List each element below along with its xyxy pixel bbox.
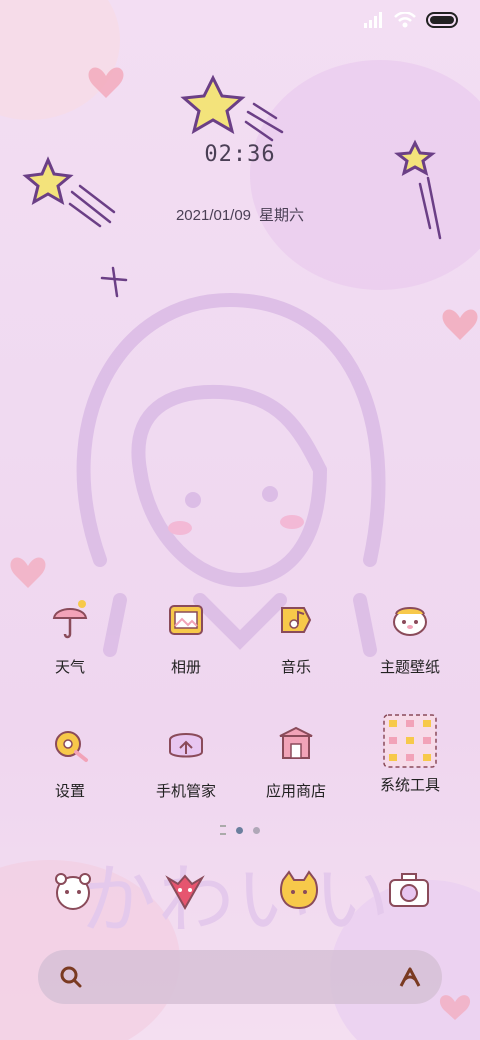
theme-hamster-icon — [393, 607, 427, 636]
page-dot-menu[interactable] — [220, 825, 226, 835]
wifi-icon — [394, 12, 416, 28]
date-line[interactable]: 2021/01/09 星期六 — [0, 204, 480, 225]
photo-album-icon — [169, 605, 203, 635]
search-bar[interactable] — [38, 950, 442, 1004]
app-label: 音乐 — [280, 659, 311, 676]
phone-manager-icon — [169, 733, 203, 758]
battery-icon — [426, 12, 458, 28]
camera-app-icon[interactable] — [384, 866, 434, 916]
app-label: 应用商店 — [265, 783, 326, 800]
bear-app-icon[interactable] — [48, 866, 98, 916]
app-security[interactable]: 手机管家 — [126, 722, 246, 801]
date-text: 2021/01/09 — [175, 207, 252, 224]
app-weather[interactable]: 天气 — [10, 598, 130, 677]
app-settings[interactable]: 设置 — [10, 722, 130, 801]
lockscreen-clock[interactable]: 02:36 — [0, 142, 480, 167]
app-store-icon — [279, 726, 313, 759]
app-themes[interactable]: 主题壁纸 — [350, 598, 470, 677]
app-label: 天气 — [54, 659, 85, 676]
fox-app-icon[interactable] — [160, 866, 210, 916]
signal-icon — [364, 12, 382, 28]
search-icon[interactable] — [60, 966, 82, 988]
page-dot-active[interactable] — [236, 826, 243, 834]
app-label: 主题壁纸 — [379, 659, 440, 676]
weekday-text: 星期六 — [259, 207, 305, 224]
system-tools-folder-icon — [383, 714, 437, 768]
umbrella-weather-icon — [52, 600, 88, 639]
app-label: 设置 — [54, 783, 85, 800]
app-label: 手机管家 — [155, 783, 216, 800]
app-label: 相册 — [170, 659, 201, 676]
app-gallery[interactable]: 相册 — [126, 598, 246, 677]
app-store[interactable]: 应用商店 — [236, 722, 356, 801]
page-dot[interactable] — [253, 826, 260, 834]
cat-app-icon[interactable] — [274, 866, 324, 916]
page-indicator[interactable] — [0, 825, 480, 835]
app-music[interactable]: 音乐 — [236, 598, 356, 677]
app-folder-system-tools[interactable]: 系统工具 — [350, 714, 470, 795]
music-icon — [281, 607, 312, 633]
settings-gear-icon — [55, 731, 88, 762]
assistant-icon[interactable] — [398, 966, 422, 988]
home-screen: かわいい 02:36 2021/01/09 星期六 天气 相册 音乐 主题壁纸 … — [0, 0, 480, 1040]
status-bar — [364, 8, 458, 32]
app-label: 系统工具 — [379, 777, 440, 794]
